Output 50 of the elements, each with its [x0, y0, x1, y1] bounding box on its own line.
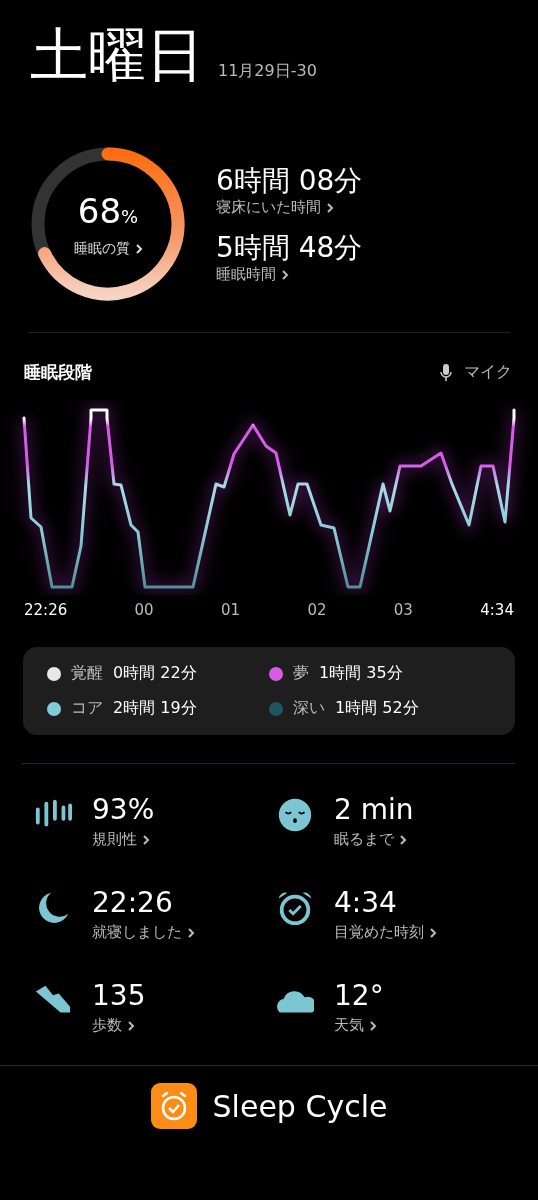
- alarm-clock-icon: [276, 889, 314, 927]
- time-label: 01: [221, 601, 241, 619]
- stat-link[interactable]: 天気: [334, 1016, 384, 1035]
- stat-link[interactable]: 就寝しました: [92, 923, 195, 942]
- stat-link[interactable]: 眠るまで: [334, 830, 414, 849]
- chevron-icon: [281, 268, 289, 281]
- stat-value: 93%: [92, 794, 155, 826]
- stat-value: 22:26: [92, 887, 174, 919]
- stat-link[interactable]: 目覚めた時刻: [334, 923, 437, 942]
- chevron-icon: [369, 1019, 377, 1032]
- microphone-icon: [440, 363, 452, 382]
- chevron-icon: [142, 833, 150, 846]
- stat-value: 4:34: [334, 887, 398, 919]
- stage-name: コア: [71, 698, 103, 719]
- chevron-icon: [429, 926, 437, 939]
- day-title: 土曜日: [30, 22, 204, 88]
- date-range: 11月29日-30: [218, 61, 317, 82]
- chevron-icon: [187, 926, 195, 939]
- duration-link[interactable]: 睡眠時間: [216, 265, 363, 284]
- source-label: マイク: [464, 362, 512, 383]
- chevron-icon: [326, 201, 334, 214]
- chevron-icon: [127, 1019, 135, 1032]
- section-title: 睡眠段階: [24, 361, 92, 384]
- sleeping-face-icon: [276, 796, 314, 834]
- stage-name: 夢: [293, 663, 309, 684]
- app-logo-icon: [150, 1083, 197, 1129]
- app-name: Sleep Cycle: [212, 1088, 388, 1124]
- time-label: 00: [134, 601, 154, 619]
- stage-duration: 2時間 19分: [113, 698, 197, 719]
- time-label: 4:34: [480, 601, 514, 619]
- stage-duration: 1時間 52分: [335, 698, 419, 719]
- stat-link[interactable]: 規則性: [92, 830, 155, 849]
- chevron-icon: [134, 243, 143, 255]
- stat-link[interactable]: 歩数: [92, 1016, 146, 1035]
- duration-value: 5時間 48分: [216, 231, 363, 265]
- duration-value: 6時間 08分: [216, 164, 363, 198]
- quality-value: 68%: [77, 192, 139, 233]
- stage-name: 深い: [293, 698, 325, 719]
- stage-duration: 1時間 35分: [319, 663, 403, 684]
- duration-link[interactable]: 寝床にいた時間: [216, 198, 363, 217]
- quality-link[interactable]: 睡眠の質: [73, 240, 143, 258]
- time-label: 03: [393, 601, 413, 619]
- time-label: 22:26: [24, 601, 68, 619]
- stat-value: 135: [92, 980, 146, 1012]
- stat-value: 2 min: [334, 794, 414, 826]
- chevron-icon: [399, 833, 407, 846]
- stage-duration: 0時間 22分: [113, 663, 197, 684]
- time-label: 02: [307, 601, 327, 619]
- stat-value: 12°: [334, 980, 384, 1012]
- stage-name: 覚醒: [71, 663, 103, 684]
